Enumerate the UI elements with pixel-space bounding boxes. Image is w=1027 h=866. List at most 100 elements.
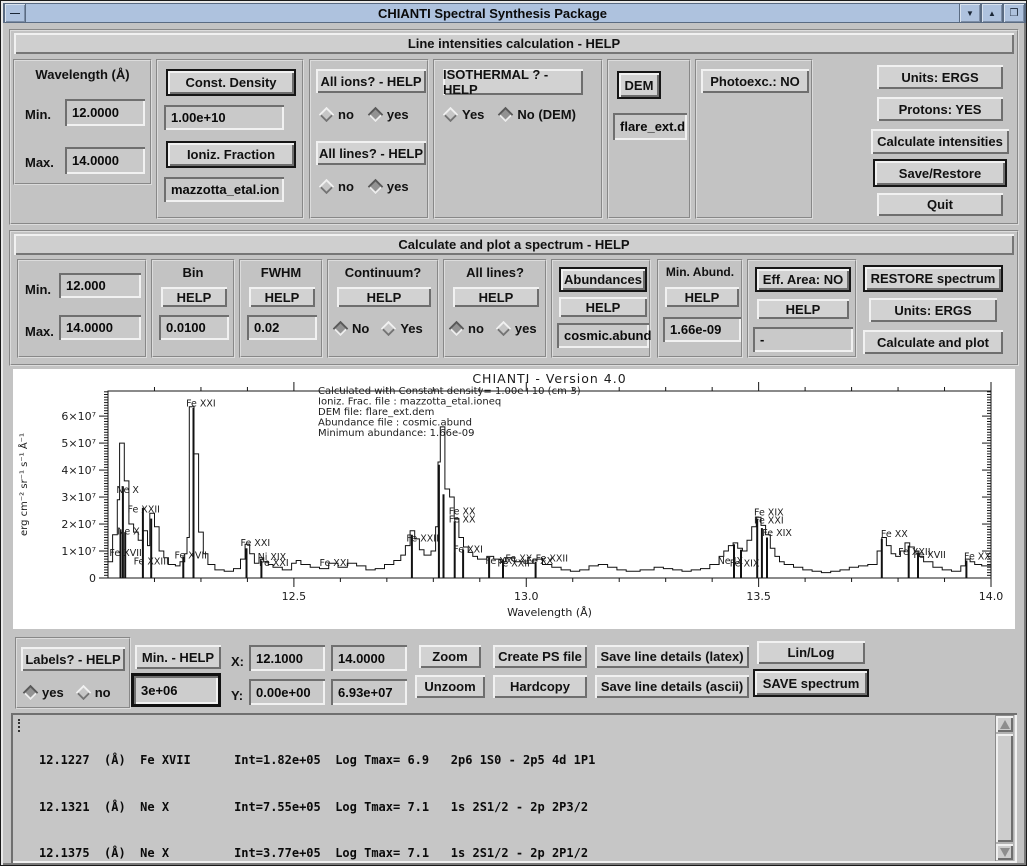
zoom-button[interactable]: Zoom xyxy=(419,645,481,668)
scrollbar-up-button[interactable] xyxy=(996,716,1013,732)
svg-text:Fe XXI: Fe XXI xyxy=(259,558,289,569)
continuum-help-button[interactable]: HELP xyxy=(337,287,431,307)
save-line-details-latex-button[interactable]: Save line details (latex) xyxy=(595,645,749,668)
scrollbar-thumb[interactable] xyxy=(996,734,1013,842)
scrollbar-down-button[interactable] xyxy=(996,844,1013,860)
plot-spectrum-header[interactable]: Calculate and plot a spectrum - HELP xyxy=(14,234,1014,255)
min-intensity-input[interactable]: 3e+06 xyxy=(131,673,221,707)
spec-all-lines-no-radio[interactable] xyxy=(449,321,465,337)
continuum-no-radio[interactable] xyxy=(333,321,349,337)
lin-log-button[interactable]: Lin/Log xyxy=(757,641,865,664)
svg-text:Fe XXI: Fe XXI xyxy=(241,538,271,549)
isothermal-yes-radio[interactable] xyxy=(443,107,459,123)
bin-help-button[interactable]: HELP xyxy=(161,287,227,307)
calculate-and-plot-button[interactable]: Calculate and plot xyxy=(863,330,1003,354)
wavelength-panel: Wavelength (Å) Min. 12.0000 Max. 14.0000 xyxy=(13,59,152,185)
calculate-intensities-button[interactable]: Calculate intensities xyxy=(871,129,1009,154)
min-abund-help-button[interactable]: HELP xyxy=(665,287,739,307)
abundances-panel: Abundances HELP cosmic.abund xyxy=(551,259,651,358)
labels-panel: Labels? - HELP yes no xyxy=(15,637,131,709)
abundances-button[interactable]: Abundances xyxy=(559,267,647,292)
all-ions-yes-radio[interactable] xyxy=(368,107,384,123)
create-ps-file-button[interactable]: Create PS file xyxy=(493,645,587,668)
all-lines-yes-radio[interactable] xyxy=(368,179,384,195)
svg-text:Fe XXII: Fe XXII xyxy=(128,505,160,516)
all-lines-no-radio[interactable] xyxy=(319,179,335,195)
save-restore-button[interactable]: Save/Restore xyxy=(873,159,1007,187)
svg-text:Fe XX: Fe XX xyxy=(964,552,991,563)
y-min-input[interactable]: 0.00e+00 xyxy=(249,679,325,705)
dem-file-input[interactable]: flare_ext.d xyxy=(613,113,687,140)
ioniz-file-input[interactable]: mazzotta_etal.ion xyxy=(164,177,284,202)
svg-text:0: 0 xyxy=(89,572,96,585)
line-list-row: 12.1321 (Å) Ne X Int=7.55e+05 Log Tmax= … xyxy=(39,800,1017,816)
window-menu-button[interactable]: — xyxy=(4,3,26,23)
labels-yes-label: yes xyxy=(42,685,64,700)
ioniz-fraction-button[interactable]: Ioniz. Fraction xyxy=(166,141,296,168)
unzoom-button[interactable]: Unzoom xyxy=(415,675,485,698)
line-list-text-area[interactable]: 12.1227 (Å) Fe XVII Int=1.82e+05 Log Tma… xyxy=(11,713,1017,863)
continuum-radio-group: No Yes xyxy=(335,321,423,336)
quit-button[interactable]: Quit xyxy=(877,193,1003,216)
max-label: Max. xyxy=(25,149,54,175)
spec-min-label: Min. xyxy=(25,277,51,301)
all-ions-help-button[interactable]: All ions? - HELP xyxy=(316,69,426,93)
units-ergs-button[interactable]: Units: ERGS xyxy=(877,65,1003,89)
line-list-row: 12.1227 (Å) Fe XVII Int=1.82e+05 Log Tma… xyxy=(39,753,1017,769)
min-abund-input[interactable]: 1.66e-09 xyxy=(663,317,741,342)
density-input[interactable]: 1.00e+10 xyxy=(164,105,284,130)
min-intensity-help-button[interactable]: Min. - HELP xyxy=(135,645,221,669)
restore-spectrum-button[interactable]: RESTORE spectrum xyxy=(863,265,1003,292)
spec-min-input[interactable]: 12.000 xyxy=(59,273,141,298)
all-ions-yes-label: yes xyxy=(387,107,409,122)
save-line-details-ascii-button[interactable]: Save line details (ascii) xyxy=(595,675,749,698)
protons-button[interactable]: Protons: YES xyxy=(877,97,1003,121)
all-ions-no-radio[interactable] xyxy=(319,107,335,123)
bin-input[interactable]: 0.0100 xyxy=(159,315,229,340)
window-raise-button[interactable]: ▲ xyxy=(981,3,1003,23)
y-max-input[interactable]: 6.93e+07 xyxy=(331,679,407,705)
fwhm-label: FWHM xyxy=(241,265,321,280)
window-maximize-button[interactable]: ❒ xyxy=(1003,3,1025,23)
x-min-input[interactable]: 12.1000 xyxy=(249,645,325,671)
bin-label: Bin xyxy=(153,265,233,280)
svg-text:2×10⁷: 2×10⁷ xyxy=(61,518,96,531)
fwhm-help-button[interactable]: HELP xyxy=(249,287,315,307)
x-max-input[interactable]: 14.0000 xyxy=(331,645,407,671)
svg-text:Ne X: Ne X xyxy=(117,526,140,537)
spec-all-lines-help-button[interactable]: HELP xyxy=(453,287,539,307)
spec-all-lines-yes-radio[interactable] xyxy=(496,321,512,337)
spectrum-plot[interactable]: 12.513.013.514.001×10⁷2×10⁷3×10⁷4×10⁷5×1… xyxy=(13,369,1015,629)
spec-units-button[interactable]: Units: ERGS xyxy=(869,298,997,322)
fwhm-input[interactable]: 0.02 xyxy=(247,315,317,340)
photoexc-button[interactable]: Photoexc.: NO xyxy=(701,69,809,93)
continuum-yes-radio[interactable] xyxy=(381,321,397,337)
isothermal-panel: ISOTHERMAL ? - HELP Yes No (DEM) xyxy=(433,59,603,219)
const-density-button[interactable]: Const. Density xyxy=(166,69,296,96)
labels-yes-radio[interactable] xyxy=(23,685,39,701)
eff-area-help-button[interactable]: HELP xyxy=(757,299,849,319)
isothermal-help-button[interactable]: ISOTHERMAL ? - HELP xyxy=(443,69,583,95)
wavelength-max-input[interactable]: 14.0000 xyxy=(65,147,145,174)
bin-panel: Bin HELP 0.0100 xyxy=(151,259,235,358)
arrow-up-icon xyxy=(1000,720,1010,729)
svg-text:13.5: 13.5 xyxy=(746,590,771,603)
dem-button[interactable]: DEM xyxy=(617,71,661,99)
abundance-file-input[interactable]: cosmic.abund xyxy=(557,323,649,348)
line-intensities-header[interactable]: Line intensities calculation - HELP xyxy=(14,33,1014,54)
spec-max-input[interactable]: 14.0000 xyxy=(59,315,141,340)
hardcopy-button[interactable]: Hardcopy xyxy=(493,675,587,698)
all-lines-help-button[interactable]: All lines? - HELP xyxy=(316,141,426,165)
wavelength-min-input[interactable]: 12.0000 xyxy=(65,99,145,126)
labels-no-radio[interactable] xyxy=(75,685,91,701)
svg-text:Fe XIX: Fe XIX xyxy=(762,528,792,539)
isothermal-no-radio[interactable] xyxy=(498,107,514,123)
save-spectrum-button[interactable]: SAVE spectrum xyxy=(753,669,869,697)
abundances-help-button[interactable]: HELP xyxy=(559,297,647,317)
eff-area-button[interactable]: Eff. Area: NO xyxy=(755,267,851,292)
title-bar[interactable]: — CHIANTI Spectral Synthesis Package ▼ ▲… xyxy=(3,3,1026,23)
eff-area-input[interactable]: - xyxy=(753,327,853,352)
window-lower-button[interactable]: ▼ xyxy=(959,3,981,23)
svg-text:Fe XVII: Fe XVII xyxy=(913,550,945,561)
labels-help-button[interactable]: Labels? - HELP xyxy=(21,647,125,671)
